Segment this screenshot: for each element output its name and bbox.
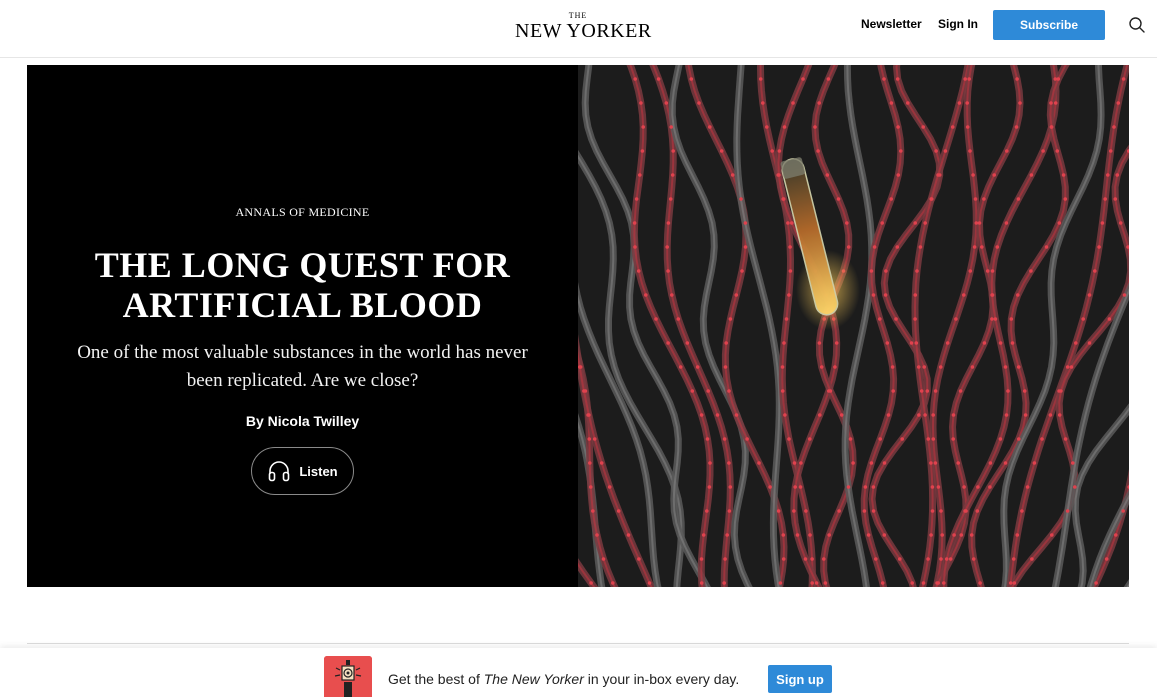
newsletter-promo-text: Get the best of The New Yorker in your i… [388,671,739,687]
illustration-blood-vessels[interactable] [578,65,1129,587]
article-rubric[interactable]: ANNALS OF MEDICINE [27,205,578,220]
sign-up-button[interactable]: Sign up [768,665,832,693]
newsletter-illustration-icon [324,656,372,697]
logo-the: THE [568,11,588,20]
section-divider [27,643,1129,644]
search-icon[interactable] [1128,16,1146,34]
listen-button[interactable]: Listen [251,447,354,495]
sign-in-link[interactable]: Sign In [938,17,978,31]
subscribe-button[interactable]: Subscribe [993,10,1105,40]
newsletter-text-before: Get the best of [388,671,484,687]
article-dek: One of the most valuable substances in t… [77,342,528,391]
hero-text-panel: ANNALS OF MEDICINE THE LONG QUEST FOR AR… [27,65,578,587]
listen-label: Listen [299,463,338,479]
headphones-icon [267,459,291,483]
logo-wordmark: NEW YORKER [515,20,652,42]
article-headline: THE LONG QUEST FOR ARTIFICIAL BLOOD [94,245,511,325]
new-yorker-logo[interactable]: THE NEW YORKER [515,11,652,44]
hero-article: ANNALS OF MEDICINE THE LONG QUEST FOR AR… [27,65,1129,587]
newsletter-text-brand: The New Yorker [483,671,584,687]
newsletter-signup-bar: Get the best of The New Yorker in your i… [0,648,1157,697]
newsletter-link[interactable]: Newsletter [861,17,922,31]
top-nav-bar: THE NEW YORKER Newsletter Sign In Subscr… [0,0,1157,58]
article-byline[interactable]: By Nicola Twilley [27,413,578,429]
newsletter-text-after: in your in-box every day. [583,671,740,687]
